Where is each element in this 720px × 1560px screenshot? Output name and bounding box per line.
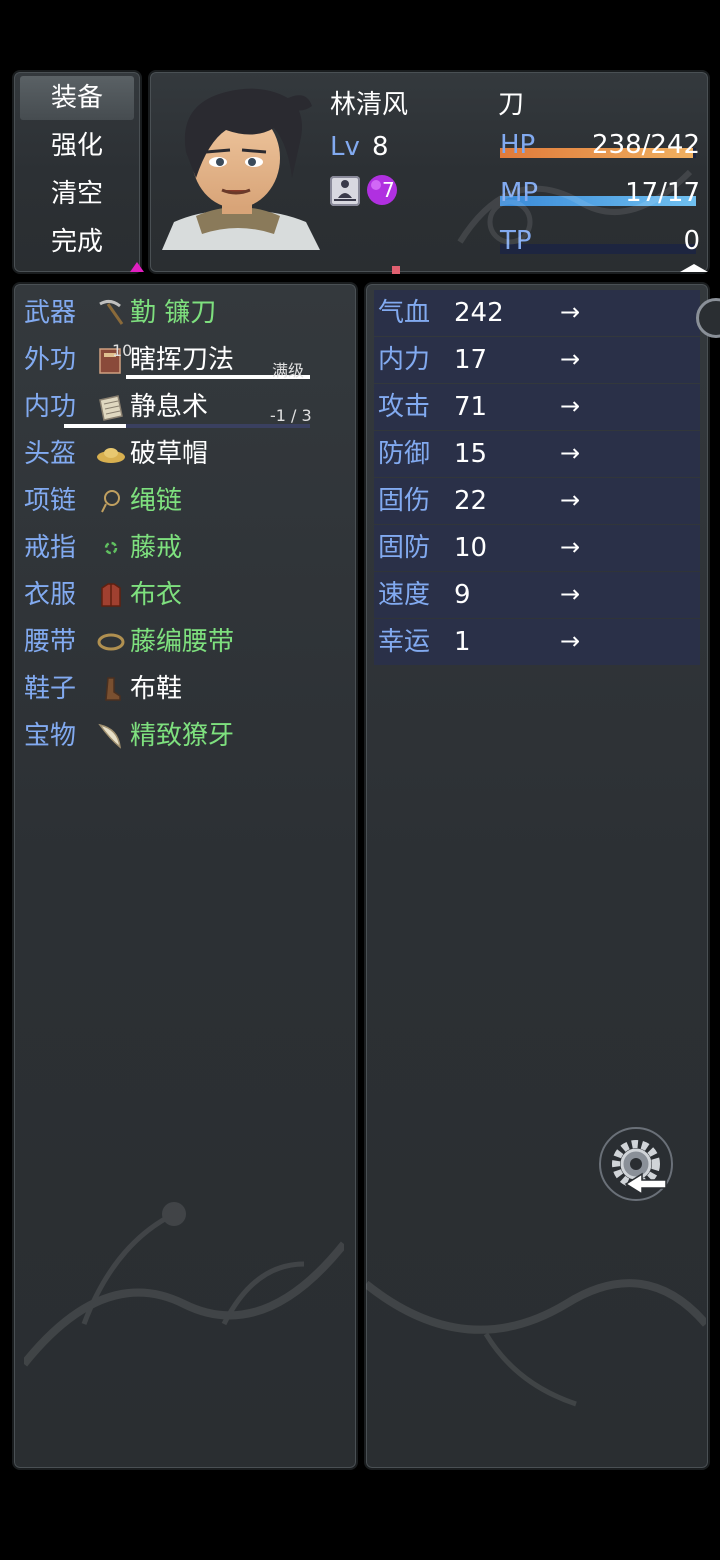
background-swirl (457, 169, 693, 245)
equip-name: 藤编腰带 (130, 627, 235, 657)
param-label: 固防 (378, 533, 431, 563)
param-label: 攻击 (378, 392, 431, 422)
equip-slot-ring[interactable]: 戒指 藤戒 (14, 525, 356, 571)
equip-name: 绳链 (130, 486, 183, 516)
level-value: 8 (372, 132, 389, 162)
slot-label: 腰带 (24, 627, 77, 657)
equip-slot-armor[interactable]: 衣服 布衣 (14, 572, 356, 618)
param-value: 71 (454, 392, 488, 422)
equip-name: 藤戒 (130, 533, 183, 563)
actor-name: 林清风 (330, 90, 409, 120)
equip-slot-neigong[interactable]: 内功 静息术 -1 / 3 (14, 384, 356, 430)
param-row: 气血 242 → (374, 290, 700, 336)
param-row: 固防 10 → (374, 525, 700, 571)
param-value: 9 (454, 580, 471, 610)
neigong-progress: -1 / 3 (270, 406, 312, 425)
equip-name: 勤 镰刀 (130, 298, 217, 328)
param-label: 速度 (378, 580, 431, 610)
meditation-icon (330, 176, 360, 206)
arrow-right-icon: → (560, 345, 581, 373)
settings-back-button[interactable] (596, 1126, 676, 1204)
gauge-marker-icon (392, 266, 400, 274)
scroll-down-indicator-icon (680, 264, 708, 272)
arrow-right-icon: → (560, 439, 581, 467)
param-row: 幸运 1 → (374, 619, 700, 665)
param-row: 攻击 71 → (374, 384, 700, 430)
rope-necklace-icon (101, 490, 120, 513)
param-row: 防御 15 → (374, 431, 700, 477)
slot-label: 衣服 (24, 580, 77, 610)
straw-hat-icon (97, 448, 125, 463)
params-window: 气血 242 → 内力 17 → 攻击 71 → 防御 15 → 固伤 22 →… (364, 282, 710, 1470)
arrow-right-icon: → (560, 580, 581, 608)
param-value: 242 (454, 298, 504, 328)
background-branch (366, 1279, 706, 1407)
equip-slot-belt[interactable]: 腰带 藤编腰带 (14, 619, 356, 665)
arrow-right-icon: → (560, 392, 581, 420)
slot-label: 外功 (24, 345, 77, 375)
gear-back-icon (599, 1127, 673, 1201)
equip-name: 布鞋 (130, 674, 183, 704)
arrow-right-icon: → (560, 627, 581, 655)
equip-slot-helmet[interactable]: 头盔 破草帽 (14, 431, 356, 477)
param-row: 固伤 22 → (374, 478, 700, 524)
equip-name: 精致獠牙 (130, 721, 235, 751)
cloth-armor-icon (101, 583, 121, 607)
cmd-clear[interactable]: 清空 (20, 172, 134, 216)
equip-name: 破草帽 (130, 439, 209, 469)
equip-slot-treasure[interactable]: 宝物 精致獠牙 (14, 713, 356, 759)
param-value: 10 (454, 533, 488, 563)
cmd-optimize[interactable]: 强化 (20, 124, 134, 168)
equip-name: 布衣 (130, 580, 183, 610)
param-row: 速度 9 → (374, 572, 700, 618)
actor-class: 刀 (498, 90, 525, 120)
param-value: 15 (454, 439, 488, 469)
slot-label: 宝物 (24, 721, 77, 751)
param-value: 17 (454, 345, 488, 375)
slot-label: 鞋子 (24, 674, 77, 704)
equip-slot-waigong[interactable]: 外功 10 瞎挥刀法 满级 (14, 337, 356, 383)
status-window: 林清风 刀 Lv 8 7 HP 238/242 MP 17/17 TP 0 (148, 70, 710, 274)
param-value: 22 (454, 486, 488, 516)
equip-slot-weapon[interactable]: 武器 勤 镰刀 (14, 290, 356, 336)
waigong-max-label: 满级 (272, 361, 305, 380)
vine-ring-icon (104, 541, 118, 555)
command-window: 装备 强化 清空 完成 (12, 70, 142, 274)
sickle-icon (99, 299, 124, 325)
equip-slot-necklace[interactable]: 项链 绳链 (14, 478, 356, 524)
arrow-right-icon: → (560, 533, 581, 561)
arrow-right-icon: → (560, 298, 581, 326)
points-value: 7 (382, 178, 395, 202)
belt-icon (97, 633, 125, 651)
cmd-done[interactable]: 完成 (20, 220, 134, 264)
arrow-right-icon: → (560, 486, 581, 514)
scroll-icon (99, 395, 123, 421)
equip-slot-window: 武器 勤 镰刀 外功 10 瞎挥刀法 满级 内功 静息术 -1 / 3 头盔 破… (12, 282, 358, 1470)
cmd-equip[interactable]: 装备 (20, 76, 134, 120)
param-label: 幸运 (378, 627, 431, 657)
boot-icon (105, 677, 121, 701)
slot-label: 武器 (24, 298, 77, 328)
param-label: 内力 (378, 345, 431, 375)
background-branch (24, 1202, 344, 1367)
window-cursor-icon (130, 262, 144, 272)
param-label: 防御 (378, 439, 431, 469)
param-label: 气血 (378, 298, 431, 328)
param-row: 内力 17 → (374, 337, 700, 383)
level-label: Lv (330, 132, 360, 162)
slot-label: 项链 (24, 486, 77, 516)
equip-slot-shoes[interactable]: 鞋子 布鞋 (14, 666, 356, 712)
slot-label: 戒指 (24, 533, 77, 563)
slot-label: 头盔 (24, 439, 77, 469)
fang-icon (98, 723, 121, 749)
param-value: 1 (454, 627, 471, 657)
actor-portrait (162, 88, 320, 250)
param-label: 固伤 (378, 486, 431, 516)
